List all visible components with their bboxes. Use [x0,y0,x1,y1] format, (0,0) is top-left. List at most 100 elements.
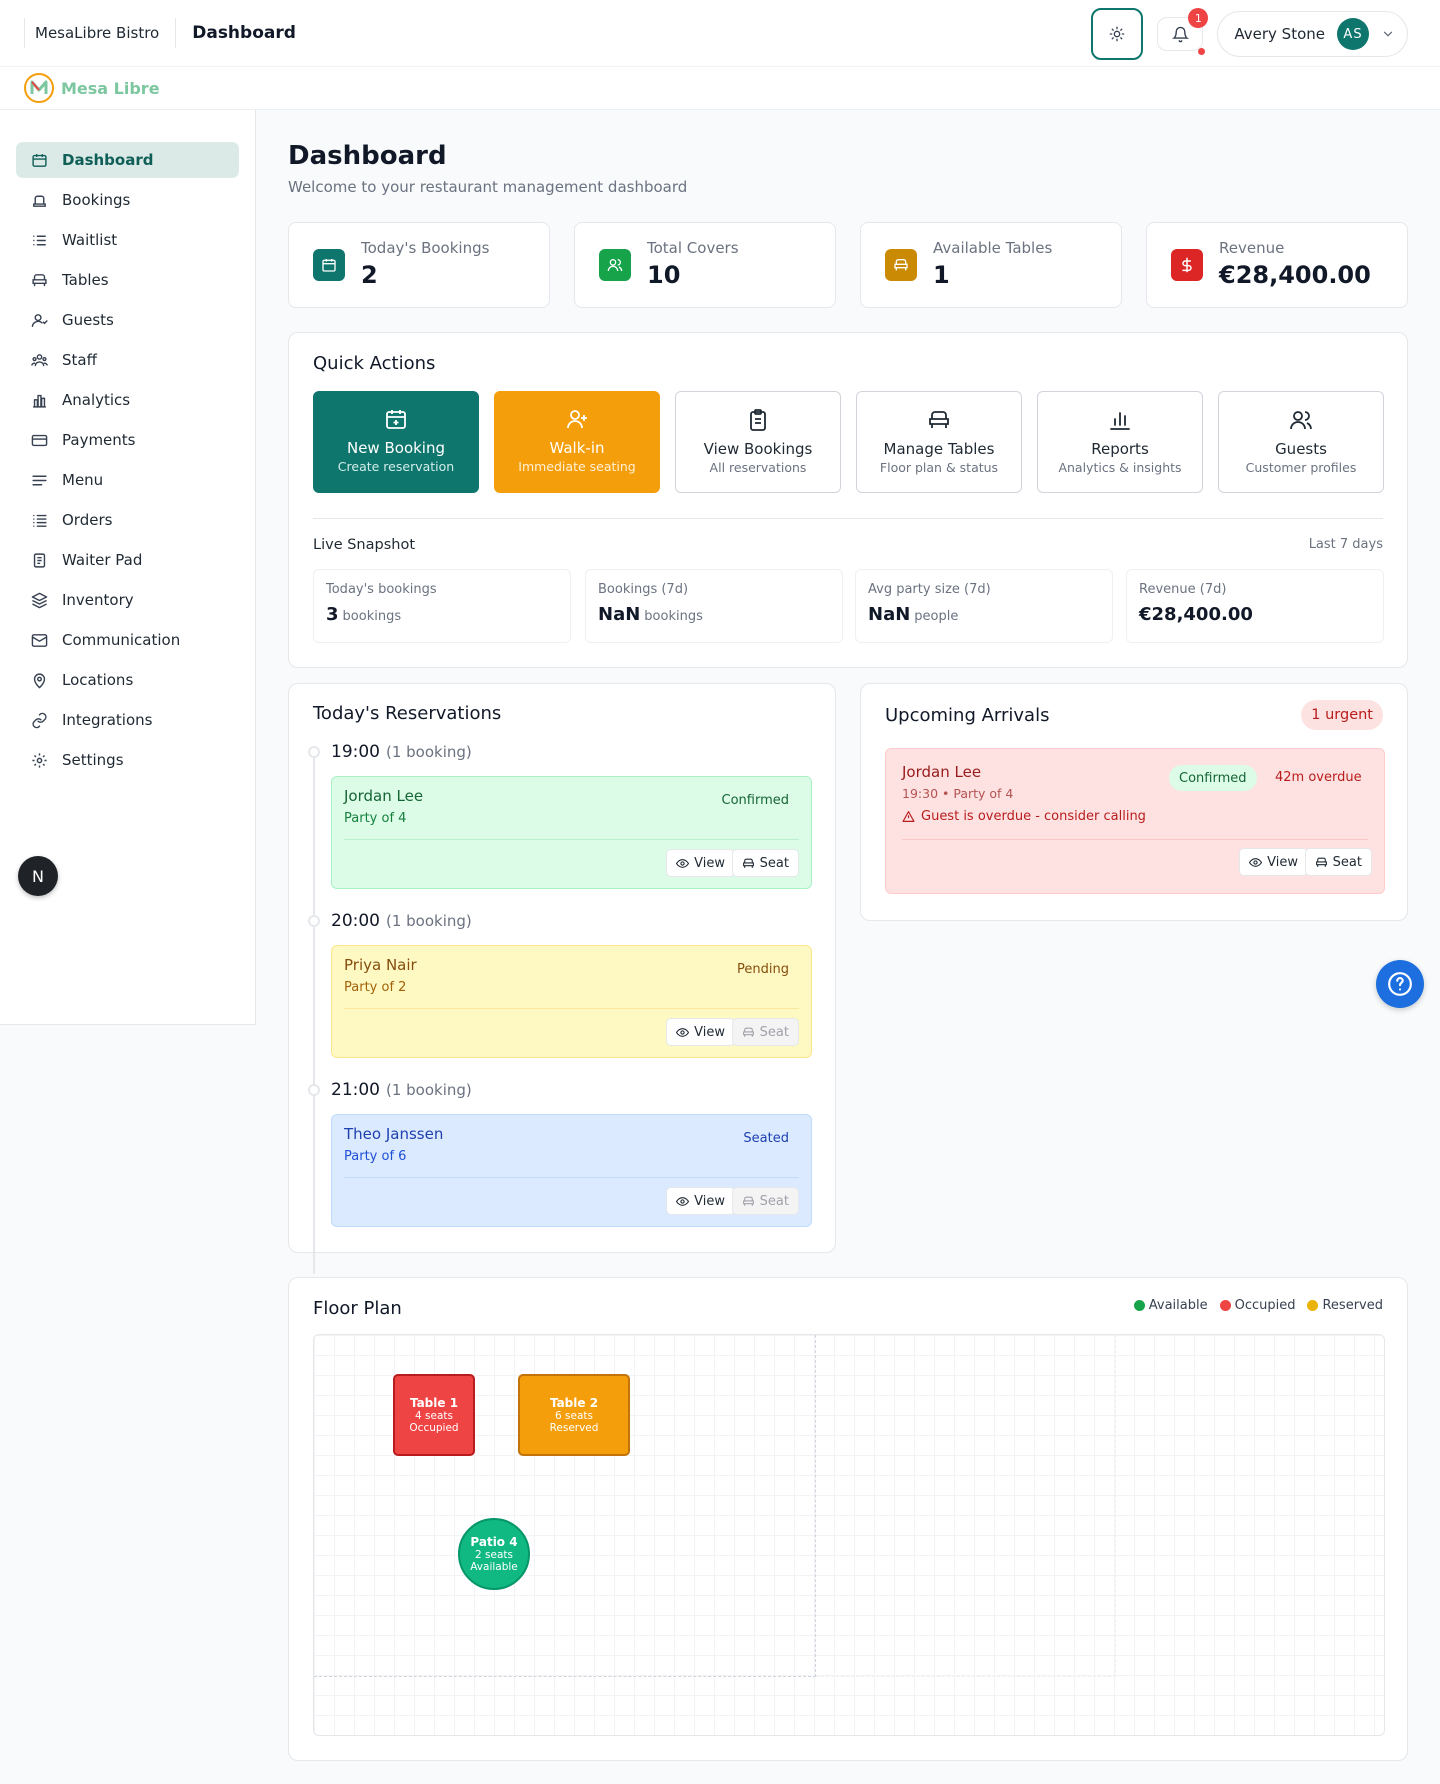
sidebar-item-staff[interactable]: Staff [16,342,239,378]
logo-bar: Mesa Libre [0,66,1440,110]
arrival-detail: 19:30 • Party of 4 [902,786,1014,801]
snapshot-value-wrap: NaN people [868,604,958,625]
live-snapshot-title: Live Snapshot [313,537,416,553]
snapshot-value: NaN [598,604,641,625]
arrival-card[interactable]: Jordan Lee 19:30 • Party of 4 Confirmed … [885,748,1385,894]
snapshot-label: Avg party size (7d) [868,582,991,597]
new-booking-button[interactable]: New Booking Create reservation [313,391,479,493]
seat-button[interactable]: Seat [731,849,799,877]
time-slot-label: 19:00 (1 booking) [331,742,472,762]
floor-plan-title: Floor Plan [313,1298,402,1319]
analytics-icon [29,390,49,410]
table-seats: 4 seats [415,1410,453,1422]
sidebar-item-tables[interactable]: Tables [16,262,239,298]
timeline-dot [308,1084,320,1096]
action-label: View Bookings [703,440,813,458]
sidebar-item-dashboard[interactable]: Dashboard [16,142,239,178]
restaurant-name: MesaLibre Bistro [35,24,160,42]
gear-icon [29,750,49,770]
eye-icon [676,1026,690,1039]
snapshot-unit: bookings [644,609,703,624]
legend-dot [1133,1300,1145,1311]
action-label: New Booking [346,439,445,457]
notifications-button[interactable]: 1 [1157,8,1209,55]
floor-plan-canvas[interactable]: Table 1 4 seats Occupied Table 2 6 seats… [313,1334,1385,1736]
stat-label: Available Tables [933,239,1053,257]
sidebar-item-label: Analytics [62,391,131,409]
view-button[interactable]: View [666,1018,735,1046]
sidebar-item-label: Waiter Pad [62,551,143,569]
sidebar-item-guests[interactable]: Guests [16,302,239,338]
sidebar-item-analytics[interactable]: Analytics [16,382,239,418]
user-menu-button[interactable]: Avery Stone AS [1217,11,1408,57]
guests-icon [29,310,49,330]
action-sub: Create reservation [337,459,455,474]
logo-text[interactable]: Mesa Libre [61,79,160,98]
seat-button[interactable]: Seat [731,1018,799,1046]
warning-triangle-icon [902,810,915,823]
sidebar-item-label: Payments [62,431,136,449]
floor-table-2[interactable]: Table 2 6 seats Reserved [518,1374,630,1456]
chair-icon [927,408,951,432]
table-name: Patio 4 [470,1535,518,1549]
time: 20:00 [331,911,380,931]
sidebar-item-payments[interactable]: Payments [16,422,239,458]
stat-value: 1 [933,261,950,289]
chair-icon [885,249,917,281]
overdue-warning: Guest is overdue - consider calling [902,809,1146,824]
time: 21:00 [331,1080,380,1100]
reservations-title: Today's Reservations [313,703,502,724]
stat-card-todays-bookings: Today's Bookings 2 [288,222,550,308]
theme-toggle-button[interactable] [1091,8,1144,60]
sidebar-item-menu[interactable]: Menu [16,462,239,498]
table-seats: 6 seats [555,1410,593,1422]
snapshot-unit: bookings [342,609,402,624]
floor-plan-card: Floor Plan Available Occupied Reserved T… [288,1277,1408,1761]
guests-button[interactable]: Guests Customer profiles [1218,391,1384,493]
sidebar-item-waitlist[interactable]: Waitlist [16,222,239,258]
zone-grid [816,1335,1116,1677]
overdue-label: 42m overdue [1275,770,1362,785]
eye-icon [676,857,690,870]
floor-table-1[interactable]: Table 1 4 seats Occupied [393,1374,475,1456]
view-button[interactable]: View [666,1187,735,1215]
sidebar-item-label: Menu [62,471,104,489]
party-size: Party of 4 [344,811,407,826]
walk-in-button[interactable]: Walk-in Immediate seating [494,391,660,493]
n-avatar-button[interactable]: N [18,856,58,896]
reservation-card[interactable]: Priya Nair Party of 2 Pending View Seat [331,945,812,1058]
snapshot-revenue-7d: Revenue (7d) €28,400.00 [1126,569,1384,643]
link-icon [29,710,49,730]
timeline-dot [308,746,320,758]
sidebar-item-bookings[interactable]: Bookings [16,182,239,218]
chair-icon [742,1026,755,1039]
seat-button[interactable]: Seat [731,1187,799,1215]
sidebar-item-settings[interactable]: Settings [16,742,239,778]
mesa-libre-logo-icon[interactable] [23,72,55,104]
help-button[interactable] [1376,960,1424,1008]
seat-button[interactable]: Seat [1304,848,1372,876]
floor-table-patio-4[interactable]: Patio 4 2 seats Available [458,1518,530,1590]
stat-card-available-tables: Available Tables 1 [860,222,1122,308]
calendar-plus-icon [384,407,408,431]
sidebar-item-communication[interactable]: Communication [16,622,239,658]
warning-text: Guest is overdue - consider calling [921,809,1146,824]
manage-tables-button[interactable]: Manage Tables Floor plan & status [856,391,1022,493]
sidebar-item-waiter-pad[interactable]: Waiter Pad [16,542,239,578]
legend-reserved: Reserved [1307,1298,1383,1313]
reports-button[interactable]: Reports Analytics & insights [1037,391,1203,493]
divider [344,1177,799,1178]
reservation-card[interactable]: Jordan Lee Party of 4 Confirmed View Sea… [331,776,812,889]
sidebar-item-orders[interactable]: Orders [16,502,239,538]
sidebar-item-label: Tables [62,271,109,289]
reservation-card[interactable]: Theo Janssen Party of 6 Seated View Seat [331,1114,812,1227]
sidebar-item-inventory[interactable]: Inventory [16,582,239,618]
action-label: Reports [1091,440,1149,458]
view-bookings-button[interactable]: View Bookings All reservations [675,391,841,493]
eye-icon [676,1195,690,1208]
view-button[interactable]: View [666,849,735,877]
view-button[interactable]: View [1239,848,1308,876]
clipboard-icon [746,408,770,432]
sidebar-item-locations[interactable]: Locations [16,662,239,698]
sidebar-item-integrations[interactable]: Integrations [16,702,239,738]
